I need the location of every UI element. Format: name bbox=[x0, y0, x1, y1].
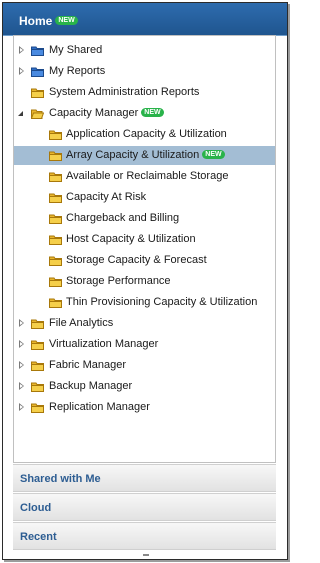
home-title-text: Home bbox=[19, 14, 53, 28]
tree-item-system-administration-reports[interactable]: System Administration Reports bbox=[14, 83, 275, 102]
tree-item-chargeback-and-billing[interactable]: Chargeback and Billing bbox=[14, 209, 275, 228]
tree-item-label: Backup Manager bbox=[49, 380, 133, 392]
folder-icon bbox=[31, 87, 44, 98]
folder-icon bbox=[31, 381, 44, 392]
tree-item-label: Application Capacity & Utilization bbox=[66, 128, 227, 140]
tree-item-backup-manager[interactable]: Backup Manager bbox=[14, 377, 275, 396]
folder-icon bbox=[49, 213, 62, 224]
tree-item-fabric-manager[interactable]: Fabric Manager bbox=[14, 356, 275, 375]
folder-icon bbox=[49, 255, 62, 266]
tree-item-available-or-reclaimable-storage[interactable]: Available or Reclaimable Storage bbox=[14, 167, 275, 186]
tree-item-text: Array Capacity & Utilization bbox=[66, 149, 200, 161]
new-badge: NEW bbox=[202, 149, 225, 159]
tree-item-array-capacity-utilization[interactable]: Array Capacity & Utilization NEW bbox=[14, 146, 275, 165]
collapse-arrow-icon[interactable] bbox=[18, 111, 23, 116]
tree-item-host-capacity-utilization[interactable]: Host Capacity & Utilization bbox=[14, 230, 275, 249]
tree-item-label: Capacity At Risk bbox=[66, 191, 147, 203]
expand-arrow-icon[interactable] bbox=[19, 340, 24, 348]
tree-item-label: My Shared bbox=[49, 44, 103, 56]
report-tree: My Shared My Reports System Administrati… bbox=[13, 35, 276, 463]
folder-icon bbox=[49, 234, 62, 245]
folder-icon bbox=[31, 318, 44, 329]
tree-item-label: Chargeback and Billing bbox=[66, 212, 180, 224]
tree-item-label: System Administration Reports bbox=[49, 86, 200, 98]
tree-item-label: Thin Provisioning Capacity & Utilization bbox=[66, 296, 258, 308]
tree-item-replication-manager[interactable]: Replication Manager bbox=[14, 398, 275, 417]
open-folder-icon bbox=[31, 108, 44, 119]
new-badge: NEW bbox=[141, 107, 164, 117]
section-shared-with-me[interactable]: Shared with Me bbox=[13, 464, 276, 492]
folder-icon bbox=[31, 402, 44, 413]
section-cloud[interactable]: Cloud bbox=[13, 493, 276, 521]
tree-item-storage-capacity-forecast[interactable]: Storage Capacity & Forecast bbox=[14, 251, 275, 270]
expand-arrow-icon[interactable] bbox=[19, 319, 24, 327]
folder-icon bbox=[49, 150, 62, 161]
tree-item-storage-performance[interactable]: Storage Performance bbox=[14, 272, 275, 291]
tree-item-label: Capacity Manager NEW bbox=[49, 104, 164, 123]
expand-arrow-icon[interactable] bbox=[19, 361, 24, 369]
blue-folder-icon bbox=[31, 66, 44, 77]
home-title: Home NEW bbox=[19, 14, 78, 28]
tree-item-label: Storage Capacity & Forecast bbox=[66, 254, 207, 266]
tree-item-capacity-at-risk[interactable]: Capacity At Risk bbox=[14, 188, 275, 207]
navigation-panel: Home NEW My Shared My Reports System Admi… bbox=[2, 2, 288, 560]
tree-item-label: Host Capacity & Utilization bbox=[66, 233, 196, 245]
tree-item-label: Replication Manager bbox=[49, 401, 150, 413]
folder-icon bbox=[49, 276, 62, 287]
folder-icon bbox=[49, 171, 62, 182]
resize-handle[interactable] bbox=[143, 554, 149, 556]
tree-item-application-capacity-utilization[interactable]: Application Capacity & Utilization bbox=[14, 125, 275, 144]
tree-item-label: My Reports bbox=[49, 65, 106, 77]
tree-item-text: Capacity Manager bbox=[49, 107, 139, 119]
tree-item-my-reports[interactable]: My Reports bbox=[14, 62, 275, 81]
tree-item-label: Virtualization Manager bbox=[49, 338, 159, 350]
tree-item-label: Fabric Manager bbox=[49, 359, 127, 371]
folder-icon bbox=[31, 339, 44, 350]
tree-item-label: File Analytics bbox=[49, 317, 114, 329]
section-recent[interactable]: Recent bbox=[13, 522, 276, 550]
tree-item-virtualization-manager[interactable]: Virtualization Manager bbox=[14, 335, 275, 354]
tree-item-my-shared[interactable]: My Shared bbox=[14, 41, 275, 60]
expand-arrow-icon[interactable] bbox=[19, 46, 24, 54]
expand-arrow-icon[interactable] bbox=[19, 382, 24, 390]
tree-item-label: Array Capacity & Utilization NEW bbox=[66, 146, 225, 165]
folder-icon bbox=[49, 192, 62, 203]
tree-item-label: Storage Performance bbox=[66, 275, 171, 287]
home-header[interactable]: Home NEW bbox=[3, 3, 287, 36]
expand-arrow-icon[interactable] bbox=[19, 403, 24, 411]
new-badge: NEW bbox=[55, 16, 78, 26]
tree-item-thin-provisioning-capacity-utilization[interactable]: Thin Provisioning Capacity & Utilization bbox=[14, 293, 275, 312]
folder-icon bbox=[31, 360, 44, 371]
expand-arrow-icon[interactable] bbox=[19, 67, 24, 75]
folder-icon bbox=[49, 297, 62, 308]
tree-item-label: Available or Reclaimable Storage bbox=[66, 170, 229, 182]
blue-folder-icon bbox=[31, 45, 44, 56]
folder-icon bbox=[49, 129, 62, 140]
tree-item-capacity-manager[interactable]: Capacity Manager NEW bbox=[14, 104, 275, 123]
tree-item-file-analytics[interactable]: File Analytics bbox=[14, 314, 275, 333]
